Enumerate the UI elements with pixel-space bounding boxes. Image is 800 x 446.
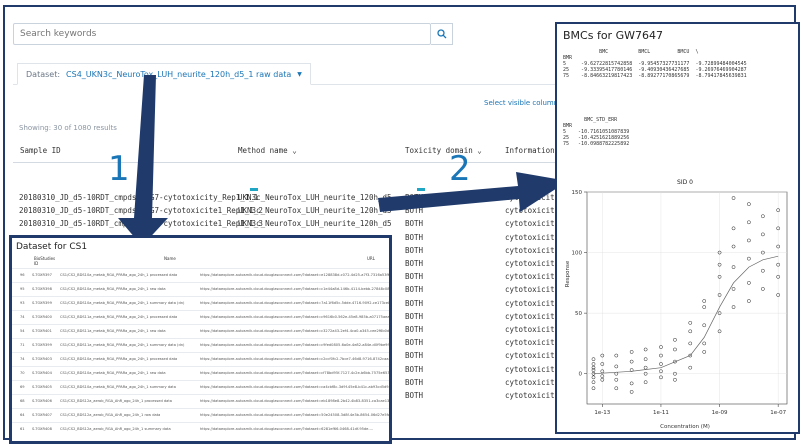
row-url: https://dataexplore-autosmik.cloud.dougl… xyxy=(200,287,392,291)
row-id: 54 xyxy=(20,329,25,333)
row-acc: S-TOXR405 xyxy=(32,385,52,389)
row-acc: S-TOXR399 xyxy=(32,343,52,347)
row-url: https://dataexplore-autosmik.cloud.dougl… xyxy=(200,385,392,389)
row-name: CS1/CS2_BDS12a_aerob_RGA_AhR_ago_24h_1 s… xyxy=(60,427,171,431)
row-id: 68 xyxy=(20,399,25,403)
row-id: 71 xyxy=(20,343,25,347)
bmc-std-err-table: BMC_STD_ERR BMR 5 -10.7161051087839 25 -… xyxy=(563,117,630,147)
row-acc: S-TOXR408 xyxy=(32,427,52,431)
row-acc: S-TOXR406 xyxy=(32,399,52,403)
table-row[interactable]: 61 S-TOXR408 CS1/CS2_BDS12a_aerob_RGA_AhR_… xyxy=(12,422,389,436)
row-acc: S-TOXR400 xyxy=(32,315,52,319)
dose-response-chart: SID 0 0 50 100 150 1e-13 1e-11 1e-09 1e-07 Resp… xyxy=(565,179,788,430)
arrow-2-icon xyxy=(378,172,568,212)
table-row[interactable]: 64 S-TOXR407 CS1/CS2_BDS12a_aerob_RGA_AhR_… xyxy=(12,408,389,422)
arrow-1-icon xyxy=(118,75,168,246)
row-acc: S-TOXR401 xyxy=(32,329,52,333)
table-row[interactable]: 70 S-TOXR404 CS1/CS2_BDS10a_metab_RGA_PPAR… xyxy=(12,366,389,380)
row-id: 61 xyxy=(20,427,25,431)
row-acc: S-TOXR403 xyxy=(32,357,52,361)
dataset-panel-title: Dataset for CS1 xyxy=(16,242,88,252)
dataset-panel: Dataset for CS1 BioStudies ID Name URL 9… xyxy=(9,235,392,444)
row-id: 69 xyxy=(20,385,25,389)
row-url: https://dataexplore-autosmik.cloud.dougl… xyxy=(200,329,392,333)
row-id: 74 xyxy=(20,357,25,361)
bmc-panel-title: BMCs for GW7647 xyxy=(563,29,663,42)
x-tick-label: 1e-07 xyxy=(770,410,786,416)
y-tick-label: 50 xyxy=(575,311,582,317)
bmc-panel: BMCs for GW7647 BMC BMCL BMCU \ BMR 5 -9… xyxy=(555,22,800,434)
chart-title: SID 0 xyxy=(677,179,693,186)
y-tick-label: 100 xyxy=(572,251,583,257)
table-row[interactable]: 71 S-TOXR399 CS1/CS2_BDS11a_metab_RGA_PPAR… xyxy=(12,338,389,352)
row-name: CS1/CS2_BDS12a_aerob_RGA_AhR_ago_24h_1 p… xyxy=(60,399,172,403)
row-url: https://dataexplore-autosmik.cloud.dougl… xyxy=(200,357,392,361)
x-axis-label: Concentration (M) xyxy=(660,424,710,430)
row-name: CS1/CS2_BDS12a_aerob_RGA_AhR_ago_24h_1 r… xyxy=(60,413,161,417)
row-id: 93 xyxy=(20,301,25,305)
row-url: https://dataexplore-autosmik.cloud.dougl… xyxy=(200,427,374,431)
table-row[interactable]: 69 S-TOXR405 CS1/CS2_BDS10a_metab_RGA_PPAR… xyxy=(12,380,389,394)
y-tick-label: 0 xyxy=(579,372,583,378)
table-row[interactable]: 54 S-TOXR401 CS1/CS2_BDS11a_metab_RGA_PPAR… xyxy=(12,324,389,338)
x-tick-label: 1e-11 xyxy=(653,410,669,416)
table-row[interactable]: 95 S-TOXR398 CS1/CS2_BDS10a_metab_RGA_PPAR… xyxy=(12,282,389,296)
row-id: 95 xyxy=(20,287,25,291)
dataset-panel-header-name: Name xyxy=(164,256,176,261)
row-url: https://dataexplore-autosmik.cloud.dougl… xyxy=(200,301,392,305)
dataset-panel-header-url: URL xyxy=(367,256,375,261)
row-acc: S-TOXR398 xyxy=(32,287,52,291)
x-tick-label: 1e-09 xyxy=(712,410,728,416)
dataset-panel-header-id: BioStudies ID xyxy=(34,256,56,266)
row-name: CS1/CS2_BDS10a_metab_RGA_PPARa_ago_24h_1… xyxy=(60,287,166,291)
x-tick-label: 1e-13 xyxy=(594,410,610,416)
row-id: 96 xyxy=(20,273,25,277)
row-name: CS1/CS2_BDS10a_metab_RGA_PPARa_ago_24h_1… xyxy=(60,301,185,305)
row-id: 70 xyxy=(20,371,25,375)
row-id: 74 xyxy=(20,315,25,319)
row-acc: S-TOXR399 xyxy=(32,301,52,305)
row-url: https://dataexplore-autosmik.cloud.dougl… xyxy=(200,343,392,347)
table-row[interactable]: 74 S-TOXR400 CS1/CS2_BDS11a_metab_RGA_PPAR… xyxy=(12,310,389,324)
bmc-table: BMC BMCL BMCU \ BMR 5 -9.62722815742858 … xyxy=(563,49,747,79)
row-url: https://dataexplore-autosmik.cloud.dougl… xyxy=(200,371,392,375)
row-acc: S-TOXR407 xyxy=(32,413,52,417)
table-row[interactable]: 93 S-TOXR399 CS1/CS2_BDS10a_metab_RGA_PPAR… xyxy=(12,296,389,310)
row-url: https://dataexplore-autosmik.cloud.dougl… xyxy=(200,273,392,277)
table-row[interactable]: 96 S-TOXR397 CS1/CS2_BDS10a_metab_RGA_PPAR… xyxy=(12,268,389,282)
row-url: https://dataexplore-autosmik.cloud.dougl… xyxy=(200,413,392,417)
y-tick-label: 150 xyxy=(572,190,583,196)
y-axis-label: Response xyxy=(565,260,571,287)
row-name: CS1/CS2_BDS10a_metab_RGA_PPARa_ago_24h_1… xyxy=(60,357,178,361)
row-name: CS1/CS2_BDS10a_metab_RGA_PPARa_ago_24h_1… xyxy=(60,273,178,277)
table-row[interactable]: 68 S-TOXR406 CS1/CS2_BDS12a_aerob_RGA_AhR_… xyxy=(12,394,389,408)
row-url: https://dataexplore-autosmik.cloud.dougl… xyxy=(200,315,392,319)
row-name: CS1/CS2_BDS10a_metab_RGA_PPARa_ago_24h_1… xyxy=(60,371,166,375)
row-url: https://dataexplore-autosmik.cloud.dougl… xyxy=(200,399,392,403)
row-id: 64 xyxy=(20,413,25,417)
row-name: CS1/CS2_BDS10a_metab_RGA_PPARa_ago_24h_1… xyxy=(60,385,176,389)
row-acc: S-TOXR404 xyxy=(32,371,52,375)
row-name: CS1/CS2_BDS11a_metab_RGA_PPARa_ago_24h_1… xyxy=(60,329,166,333)
row-name: CS1/CS2_BDS11a_metab_RGA_PPARa_ago_24h_1… xyxy=(60,343,185,347)
row-name: CS1/CS2_BDS11a_metab_RGA_PPARa_ago_24h_1… xyxy=(60,315,178,319)
row-acc: S-TOXR397 xyxy=(32,273,52,277)
table-row[interactable]: 74 S-TOXR403 CS1/CS2_BDS10a_metab_RGA_PPAR… xyxy=(12,352,389,366)
